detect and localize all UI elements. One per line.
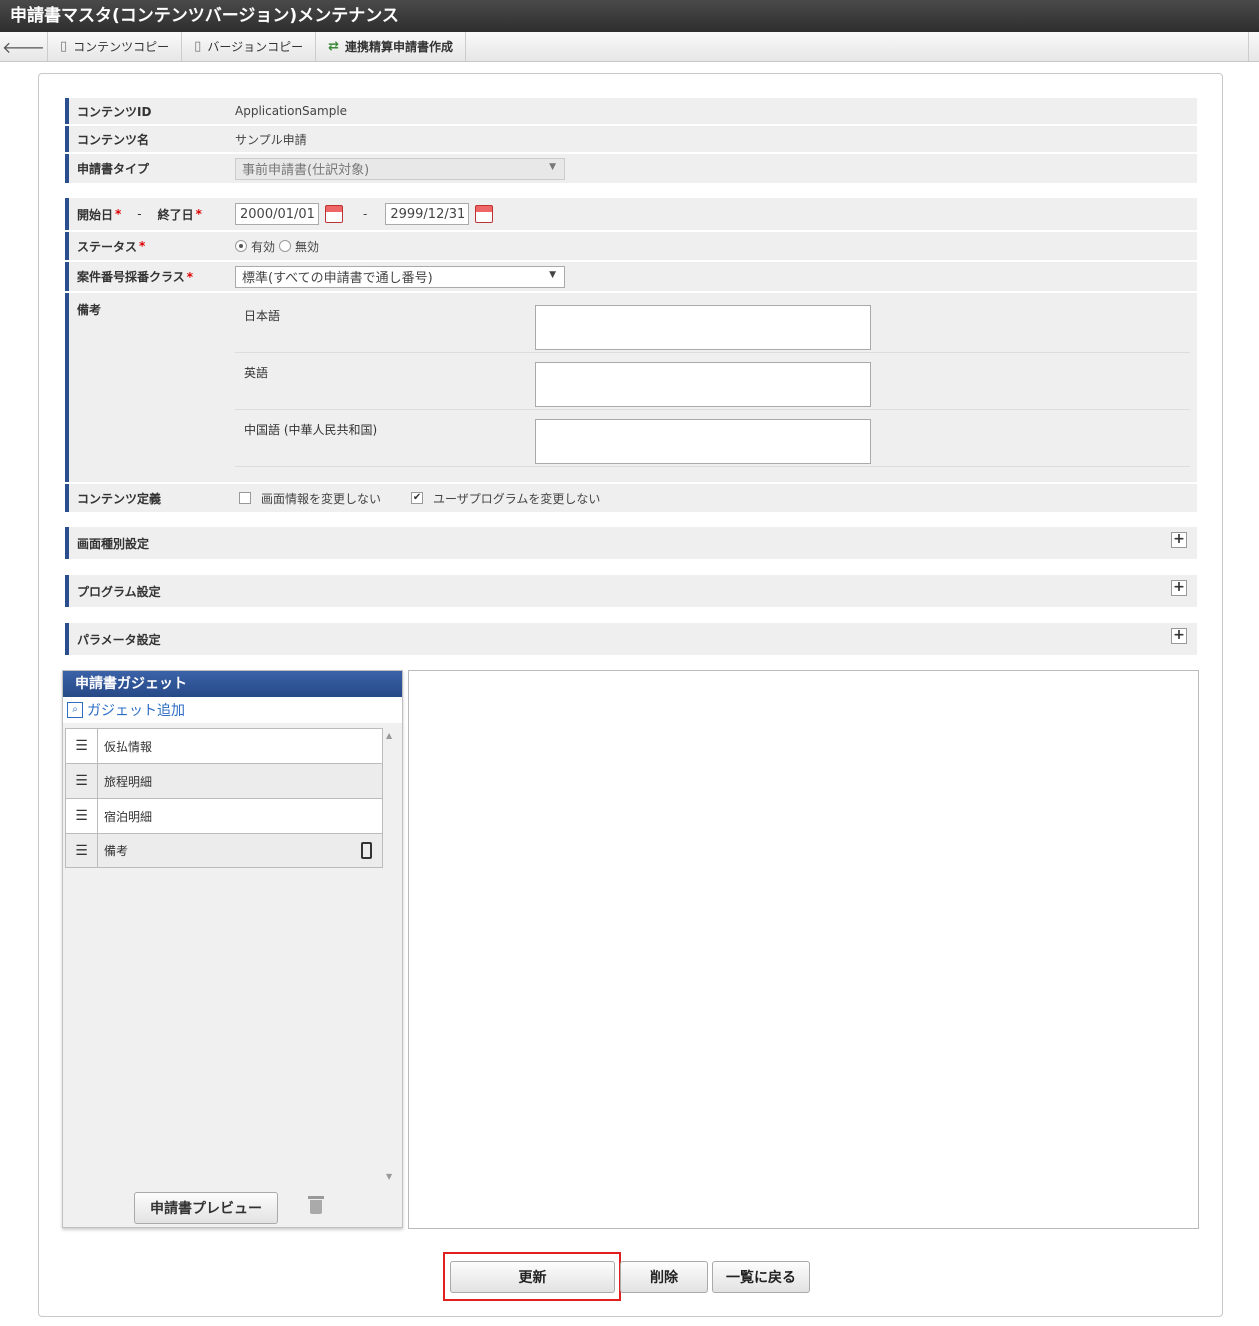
user-program-label: ユーザプログラムを変更しない — [433, 491, 601, 506]
numbering-label: 案件番号採番クラス * — [65, 262, 229, 291]
status-active-label: 有効 — [251, 239, 276, 254]
gadget-item[interactable]: ☰ 備考 — [65, 833, 383, 868]
chevron-down-icon: ▼ — [549, 269, 556, 280]
content-id-row: コンテンツID ApplicationSample — [65, 98, 1197, 125]
plus-icon[interactable]: + — [1171, 580, 1187, 596]
note-label: 備考 — [65, 293, 229, 482]
gadget-item-label: 旅程明細 — [104, 774, 153, 789]
app-type-select: 事前申請書(仕訳対象) ▼ — [235, 157, 565, 180]
content-copy-label: コンテンツコピー — [73, 40, 170, 54]
arrow-left-icon: 🡐 — [2, 37, 45, 57]
preview-button[interactable]: 申請書プレビュー — [134, 1192, 278, 1224]
section-title: プログラム設定 — [77, 584, 161, 599]
note-en-textarea[interactable] — [535, 362, 871, 407]
copy-icon: ▯ — [60, 39, 68, 54]
version-copy-label: バージョンコピー — [207, 40, 304, 54]
linked-settlement-label: 連携精算申請書作成 — [345, 40, 454, 54]
end-date-input[interactable]: 2999/12/31 — [385, 203, 470, 225]
status-row: ステータス * 有効 無効 — [65, 232, 1197, 261]
calendar-icon[interactable] — [325, 205, 343, 223]
start-date-input[interactable]: 2000/01/01 — [235, 203, 319, 225]
content-copy-button[interactable]: ▯ コンテンツコピー — [48, 32, 183, 61]
back-button[interactable]: 🡐 — [0, 32, 48, 61]
gadget-item[interactable]: ☰ 旅程明細 — [65, 763, 383, 798]
parameter-section[interactable]: パラメータ設定 + — [65, 623, 1197, 655]
status-inactive-label: 無効 — [295, 239, 320, 254]
gadget-panel: 申請書ガジェット ⌕ ガジェット追加 ☰ 仮払情報 ☰ 旅程明細 ☰ 宿泊明細 … — [62, 670, 403, 1228]
numbering-row: 案件番号採番クラス * 標準(すべての申請書で通し番号) ▼ — [65, 262, 1197, 292]
search-icon: ⌕ — [67, 702, 83, 718]
copy-icon: ▯ — [194, 39, 202, 54]
app-type-value: 事前申請書(仕訳対象) — [242, 163, 370, 178]
content-def-row: コンテンツ定義 画面情報を変更しない ✔ ユーザプログラムを変更しない — [65, 484, 1197, 513]
scroll-up-icon[interactable]: ▲ — [386, 731, 392, 740]
content-def-label: コンテンツ定義 — [65, 484, 229, 512]
add-gadget-label: ガジェット追加 — [87, 703, 185, 719]
content-name-row: コンテンツ名 サンプル申請 — [65, 126, 1197, 153]
note-zh-textarea[interactable] — [535, 419, 871, 464]
window-title: 申請書マスタ(コンテンツバージョン)メンテナンス — [0, 0, 1259, 32]
content-id-value: ApplicationSample — [235, 104, 348, 118]
app-type-row: 申請書タイプ 事前申請書(仕訳対象) ▼ — [65, 154, 1197, 184]
content-id-label: コンテンツID — [65, 98, 229, 124]
user-program-checkbox[interactable]: ✔ — [411, 492, 424, 504]
status-active-radio[interactable] — [235, 240, 247, 252]
content-name-value: サンプル申請 — [235, 132, 307, 147]
screen-info-label: 画面情報を変更しない — [261, 491, 382, 506]
start-label: 開始日 — [77, 207, 114, 222]
update-button[interactable]: 更新 — [450, 1261, 615, 1293]
period-label: 開始日 * - 終了日 * — [65, 198, 229, 230]
gadget-item-label: 宿泊明細 — [104, 809, 153, 824]
version-copy-button[interactable]: ▯ バージョンコピー — [182, 32, 317, 61]
list-icon: ☰ — [66, 834, 98, 867]
gadget-item-label: 備考 — [104, 844, 129, 858]
note-ja-row: 日本語 — [235, 296, 1190, 353]
linked-settlement-button[interactable]: ⇄ 連携精算申請書作成 — [316, 32, 467, 61]
screen-info-checkbox[interactable] — [239, 492, 251, 504]
app-type-label: 申請書タイプ — [65, 154, 229, 183]
status-inactive-radio[interactable] — [279, 240, 292, 252]
status-label: ステータス * — [65, 232, 229, 260]
note-en-label: 英語 — [244, 366, 269, 380]
toolbar: 🡐 ▯ コンテンツコピー ▯ バージョンコピー ⇄ 連携精算申請書作成 — [0, 32, 1259, 62]
section-title: 画面種別設定 — [77, 536, 150, 551]
smartphone-icon[interactable] — [361, 842, 372, 859]
gadget-title: 申請書ガジェット — [63, 671, 402, 697]
note-zh-row: 中国語 (中華人民共和国) — [235, 410, 1190, 467]
section-title: パラメータ設定 — [77, 632, 161, 647]
end-label: 終了日 — [157, 207, 194, 222]
gadget-item[interactable]: ☰ 仮払情報 — [65, 728, 383, 763]
chevron-down-icon: ▼ — [549, 161, 556, 172]
gadget-scrollbar[interactable]: ▲ ▼ — [386, 731, 396, 1181]
list-icon: ☰ — [66, 799, 98, 833]
list-icon: ☰ — [66, 764, 98, 798]
back-to-list-button[interactable]: 一覧に戻る — [712, 1261, 810, 1293]
calendar-icon[interactable] — [475, 205, 494, 223]
note-ja-label: 日本語 — [244, 309, 281, 323]
gadget-list: ☰ 仮払情報 ☰ 旅程明細 ☰ 宿泊明細 ☰ 備考 — [65, 728, 383, 868]
note-zh-label: 中国語 (中華人民共和国) — [244, 423, 378, 437]
scroll-down-icon[interactable]: ▼ — [386, 1172, 392, 1181]
delete-button[interactable]: 削除 — [620, 1261, 708, 1293]
list-icon: ☰ — [66, 729, 98, 763]
note-en-row: 英語 — [235, 353, 1190, 410]
add-gadget-link[interactable]: ⌕ ガジェット追加 — [63, 697, 402, 723]
program-section[interactable]: プログラム設定 + — [65, 575, 1197, 607]
numbering-select[interactable]: 標準(すべての申請書で通し番号) ▼ — [235, 265, 565, 288]
trash-icon[interactable] — [308, 1196, 324, 1214]
gadget-item-label: 仮払情報 — [104, 739, 153, 754]
layout-canvas[interactable] — [408, 670, 1199, 1229]
screen-type-section[interactable]: 画面種別設定 + — [65, 527, 1197, 559]
swap-arrows-icon: ⇄ — [328, 39, 339, 54]
plus-icon[interactable]: + — [1171, 628, 1187, 644]
plus-icon[interactable]: + — [1171, 532, 1187, 548]
period-row: 開始日 * - 終了日 * 2000/01/01 - 2999/12/31 — [65, 198, 1197, 231]
gadget-item[interactable]: ☰ 宿泊明細 — [65, 798, 383, 833]
note-ja-textarea[interactable] — [535, 305, 871, 350]
numbering-value: 標準(すべての申請書で通し番号) — [242, 271, 433, 286]
content-name-label: コンテンツ名 — [65, 126, 229, 152]
